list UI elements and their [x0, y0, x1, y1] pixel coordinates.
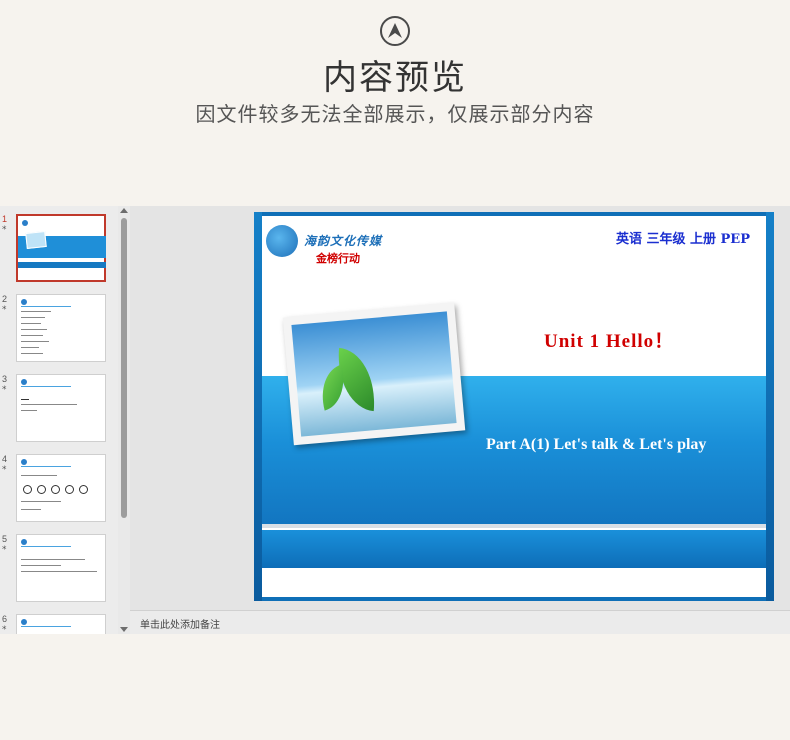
slide-editor-canvas[interactable]: 海韵文化传媒 金榜行动 英语 三年级 上册 PEP Unit 1 Hello！ … [130, 206, 790, 610]
course-label: 英语 三年级 上册 PEP [615, 232, 750, 247]
slide-border [254, 212, 262, 601]
thumbnail-preview [16, 294, 106, 362]
logo-icon [22, 220, 28, 226]
logo-icon [21, 459, 27, 465]
slide-thumbnail-1[interactable]: 1 * [0, 208, 118, 282]
brand-text: 金榜行动 [316, 252, 360, 265]
slide-thumbnail-panel: 1 * 2 * 3 * 4 * 5 * 6 * [0, 206, 118, 634]
page-subtitle: 因文件较多无法全部展示，仅展示部分内容 [195, 102, 595, 126]
face-icon [65, 485, 74, 494]
slide-number: 5 [2, 534, 8, 544]
thumbnail-text-line [21, 341, 49, 342]
logo-icon [21, 379, 27, 385]
scroll-down-arrow-icon[interactable] [120, 627, 128, 632]
transition-mark: * [2, 545, 7, 555]
transition-mark: * [2, 305, 7, 315]
publisher-logo-text: 海韵文化传媒 [304, 234, 383, 248]
unit-title: Unit 1 Hello！ [544, 331, 675, 352]
transition-mark: * [2, 625, 7, 634]
slide-thumbnail-3[interactable]: 3 * [0, 368, 118, 442]
thumbnail-text-line [21, 509, 41, 510]
photo-icon [25, 230, 47, 250]
notes-pane[interactable]: 单击此处添加备注 [130, 610, 790, 634]
thumbnail-rule [21, 386, 71, 387]
thumbnail-rule [21, 466, 71, 467]
logo-icon [21, 539, 27, 545]
slide-border [262, 597, 766, 601]
scroll-up-arrow-icon[interactable] [120, 208, 128, 213]
slide-number: 1 [2, 214, 8, 224]
logo-icon [21, 299, 27, 305]
banner-divider [262, 524, 766, 528]
thumbnail-preview [16, 454, 106, 522]
lesson-subtitle: Part A(1) Let's talk & Let's play [486, 436, 707, 453]
thumbnail-text-line [21, 329, 47, 330]
thumbnail-text-line [21, 335, 43, 336]
chevron-up-circle-icon[interactable] [380, 16, 410, 46]
preview-header: 内容预览 因文件较多无法全部展示，仅展示部分内容 [0, 0, 790, 200]
thumbnail-text-line [21, 571, 97, 572]
thumbnail-text-line [21, 311, 51, 312]
thumbnail-preview [16, 614, 106, 634]
face-icon [23, 485, 32, 494]
current-slide[interactable]: 海韵文化传媒 金榜行动 英语 三年级 上册 PEP Unit 1 Hello！ … [254, 212, 774, 601]
publisher-logo-icon [266, 225, 298, 257]
slide-number: 4 [2, 454, 8, 464]
slide-border [262, 212, 766, 216]
photo-image [291, 311, 457, 437]
thumbnail-preview [16, 214, 106, 282]
notes-placeholder: 单击此处添加备注 [140, 620, 220, 631]
slide-thumbnail-5[interactable]: 5 * [0, 528, 118, 602]
thumbnail-text-line [21, 399, 29, 400]
thumbnail-band [18, 262, 106, 268]
leaf-photo [282, 302, 466, 446]
face-icon [37, 485, 46, 494]
slide-number: 2 [2, 294, 8, 304]
thumbnail-text-line [21, 501, 61, 502]
thumbnail-text-line [21, 559, 85, 560]
thumbnail-text-line [21, 323, 41, 324]
transition-mark: * [2, 465, 7, 475]
thumbnail-text-line [21, 317, 45, 318]
page-title: 内容预览 [323, 58, 467, 98]
slide-number: 6 [2, 614, 8, 624]
face-icon [79, 485, 88, 494]
presentation-editor: 1 * 2 * 3 * 4 * 5 * 6 * 海韵文化传媒 金榜行动 英语 三… [0, 206, 790, 634]
face-icon [51, 485, 60, 494]
scrollbar-thumb[interactable] [121, 218, 127, 518]
thumbnail-text-line [21, 475, 57, 476]
thumbnail-text-line [21, 353, 43, 354]
thumbnail-rule [21, 546, 71, 547]
slide-border [766, 212, 774, 601]
thumbnail-preview [16, 374, 106, 442]
thumbnail-preview [16, 534, 106, 602]
blue-banner-lower [262, 530, 766, 568]
thumbnail-text-line [21, 347, 39, 348]
slide-thumbnail-2[interactable]: 2 * [0, 288, 118, 362]
thumbnail-text-line [21, 565, 61, 566]
slide-number: 3 [2, 374, 8, 384]
thumbnail-text-line [21, 404, 77, 405]
logo-icon [21, 619, 27, 625]
thumbnail-text-line [21, 410, 37, 411]
transition-mark: * [2, 385, 7, 395]
thumbnail-rule [21, 306, 71, 307]
thumbnail-scrollbar[interactable] [118, 206, 130, 634]
slide-thumbnail-6[interactable]: 6 * [0, 608, 118, 634]
thumbnail-rule [21, 626, 71, 627]
transition-mark: * [2, 225, 7, 235]
slide-thumbnail-4[interactable]: 4 * [0, 448, 118, 522]
